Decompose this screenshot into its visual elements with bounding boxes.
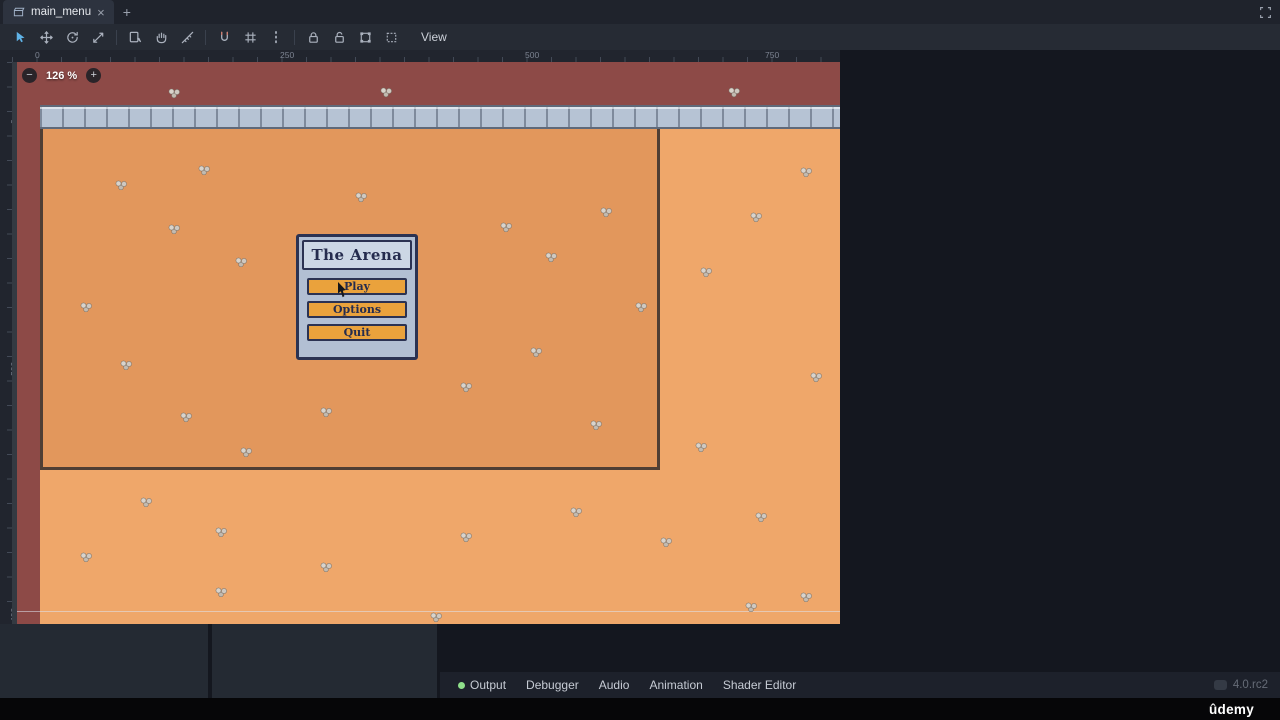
- unlock-icon: [334, 31, 344, 43]
- version-label: 4.0.rc2: [1232, 679, 1268, 691]
- distraction-free-icon[interactable]: [1259, 6, 1272, 19]
- move-tool-icon: [39, 30, 53, 44]
- new-scene-tab-button[interactable]: +: [114, 4, 140, 20]
- bottom-panel-shader-editor[interactable]: Shader Editor: [713, 672, 806, 698]
- bottom-panel-label: Shader Editor: [722, 678, 797, 692]
- pan-tool-icon: [156, 32, 166, 43]
- output-status-dot: [458, 681, 465, 689]
- brick-wall-strip: [40, 105, 840, 129]
- scene-tab-label: main_menu: [31, 6, 92, 18]
- unlock-selected-button[interactable]: [327, 26, 351, 48]
- lock-icon: [308, 31, 318, 43]
- scene-background-top: [17, 62, 840, 105]
- toolbar-separator: [294, 29, 295, 45]
- rotate-tool-icon: [66, 31, 78, 43]
- ruler-tool-icon: [181, 31, 193, 43]
- bottom-panel-animation[interactable]: Animation: [639, 672, 712, 698]
- vdots-icon: [274, 31, 278, 43]
- game-button-play[interactable]: Play: [307, 278, 407, 295]
- scene-icon: [13, 7, 25, 17]
- rotate-tool[interactable]: [60, 26, 84, 48]
- version-info: 4.0.rc2: [1213, 679, 1280, 691]
- viewport-boundary-line: [17, 611, 840, 612]
- ruler-h-label: 250: [280, 50, 295, 60]
- canvas-area[interactable]: The Arena Play Options Quit − 126 % +: [12, 62, 840, 624]
- move-tool[interactable]: [34, 26, 58, 48]
- list-select-tool-icon: [129, 31, 141, 42]
- select-tool-icon: [16, 31, 25, 42]
- zoom-in-button[interactable]: +: [86, 68, 102, 83]
- select-tool[interactable]: [8, 26, 32, 48]
- bottom-panel-audio[interactable]: Audio: [589, 672, 640, 698]
- scene-tabstrip: main_menu × +: [0, 0, 1280, 24]
- bottom-panel-label: Audio: [598, 678, 630, 692]
- game-title: The Arena: [302, 240, 412, 270]
- expand-icon: [1260, 6, 1271, 18]
- godot-editor-window: SceneProjectDebugEditorHelp 2D Script Fo…: [0, 0, 1280, 720]
- toolbar-separator: [205, 29, 206, 45]
- udemy-logo: ûdemy: [1208, 701, 1254, 717]
- ruler-corner: [0, 50, 12, 62]
- close-tab-icon[interactable]: ×: [97, 6, 105, 19]
- ruler-h-label: 750: [765, 50, 780, 60]
- group-icon: [359, 31, 371, 43]
- game-button-quit[interactable]: Quit: [307, 324, 407, 341]
- game-menu-panel: The Arena Play Options Quit: [296, 234, 418, 360]
- scale-tool[interactable]: [86, 26, 110, 48]
- bottom-panel-label: Animation: [649, 678, 703, 692]
- scale-tool-icon: [92, 32, 103, 43]
- bottom-panel-debugger[interactable]: Debugger: [516, 672, 589, 698]
- scene-tab-main-menu[interactable]: main_menu ×: [3, 0, 114, 24]
- bottom-panel-bar: Output Debugger Audio Animation Shader Edito…: [440, 672, 1280, 698]
- pan-tool[interactable]: [149, 26, 173, 48]
- list-select-tool[interactable]: [123, 26, 147, 48]
- game-menu-buttons: Play Options Quit: [299, 278, 415, 341]
- lock-selected-button[interactable]: [301, 26, 325, 48]
- godot-logo-icon: [1213, 680, 1227, 690]
- bottom-panel-buttons: Output Debugger Audio Animation Shader Edito…: [448, 672, 806, 698]
- zoom-controls: − 126 % +: [22, 68, 102, 83]
- game-button-options[interactable]: Options: [307, 301, 407, 318]
- smart-snap-toggle[interactable]: [212, 26, 236, 48]
- ruler-h-label: 0: [35, 50, 40, 60]
- canvas-toolbar: View: [0, 24, 1280, 50]
- vertical-ruler[interactable]: 0200400: [0, 62, 19, 624]
- grid-icon: [244, 31, 256, 43]
- zoom-level[interactable]: 126 %: [46, 70, 77, 82]
- zoom-out-button[interactable]: −: [22, 68, 37, 83]
- group-selected-button[interactable]: [353, 26, 377, 48]
- game-scene-preview: [17, 62, 840, 624]
- bottom-panel-output[interactable]: Output: [448, 672, 516, 698]
- video-watermark-bar: ûdemy: [0, 698, 1280, 720]
- toolbar-separator: [116, 29, 117, 45]
- bottom-panel-label: Output: [470, 678, 507, 692]
- magnet-icon: [220, 31, 228, 41]
- scene-left-wall: [17, 105, 40, 624]
- grid-snap-toggle[interactable]: [238, 26, 262, 48]
- snap-options-menu[interactable]: [264, 26, 288, 48]
- horizontal-ruler[interactable]: 0 250 500 750: [12, 50, 840, 62]
- main-viewport: main_menu × + View 0 250 500 750 The Are…: [0, 0, 1280, 624]
- ungroup-icon: [386, 32, 396, 42]
- ruler-tool[interactable]: [175, 26, 199, 48]
- ungroup-selected-button[interactable]: [379, 26, 403, 48]
- bottom-panel-label: Debugger: [526, 678, 579, 692]
- view-menu-button[interactable]: View: [421, 30, 447, 44]
- ruler-h-label: 500: [525, 50, 540, 60]
